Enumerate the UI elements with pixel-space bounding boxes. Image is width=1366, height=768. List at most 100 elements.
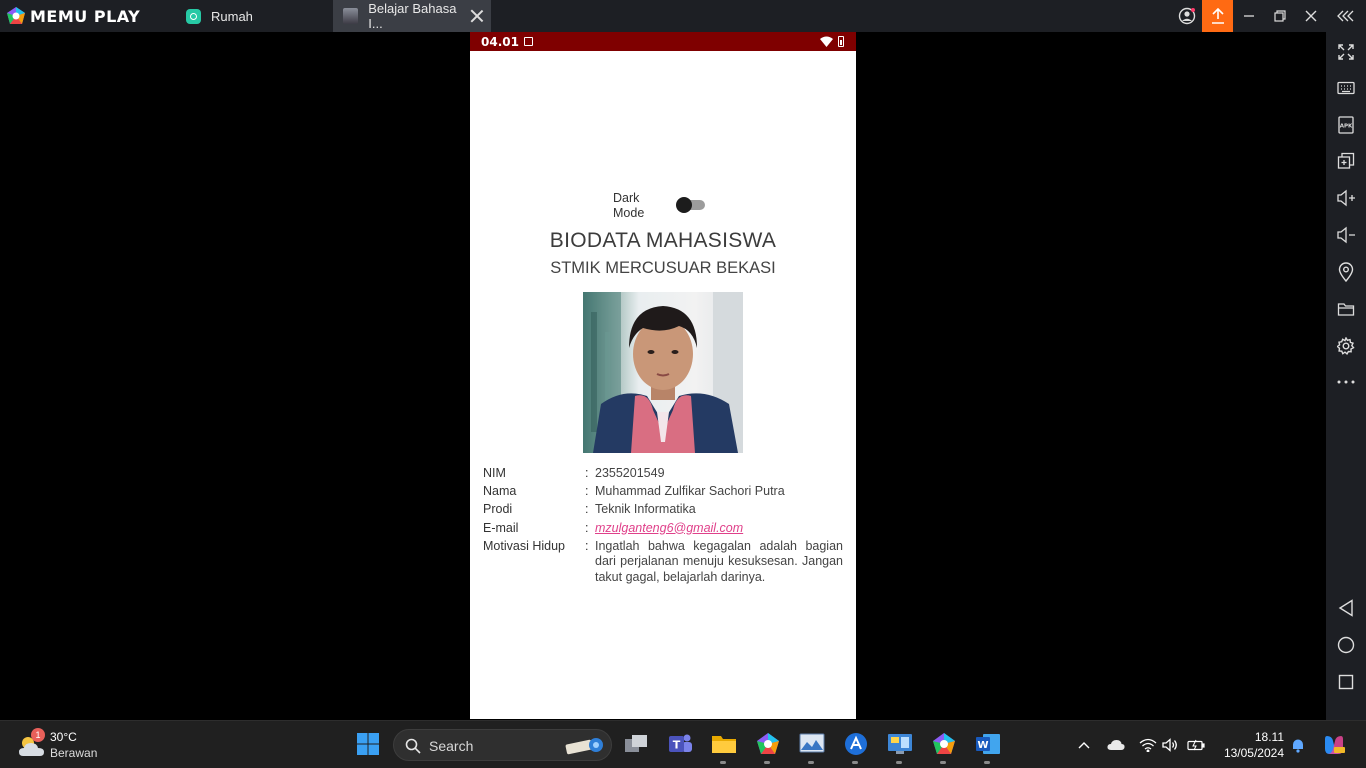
volume-up-button[interactable] [1334, 186, 1358, 210]
chevron-up-icon [1078, 742, 1090, 749]
row-label: NIM [483, 466, 506, 480]
settings-button[interactable] [1334, 334, 1358, 358]
photos-app[interactable] [797, 729, 827, 764]
biodata-row-motivasi: Motivasi Hidup : Ingatlah bahwa kegagala… [483, 539, 843, 586]
biodata-row-prodi: Prodi : Teknik Informatika [483, 502, 843, 518]
chrome-app[interactable] [753, 729, 783, 764]
emulator-toolbar: APK [1326, 32, 1366, 720]
word-app[interactable]: W [973, 729, 1003, 764]
row-label: Motivasi Hidup [483, 538, 565, 553]
upload-button[interactable] [1202, 0, 1233, 32]
search-label: Search [429, 738, 474, 754]
search-highlight-icon [565, 738, 603, 755]
page-subtitle: STMIK MERCUSUAR BEKASI [550, 259, 776, 277]
battery-button[interactable] [1186, 735, 1206, 755]
running-indicator [940, 761, 946, 764]
emulator-title-bar: MEMU PLAY Rumah Belajar Bahasa I... [0, 0, 1366, 32]
photos-icon [799, 733, 825, 753]
location-icon [1338, 262, 1354, 282]
chevrons-left-icon [1336, 10, 1353, 22]
apk-icon: APK [1338, 116, 1354, 134]
clock-time: 18.11 [1254, 730, 1284, 744]
close-icon [1305, 10, 1316, 22]
row-separator: : [585, 502, 589, 517]
windows-start-icon [357, 733, 379, 755]
volume-up-icon [1337, 189, 1355, 207]
taskbar-clock[interactable]: 18.11 13/05/2024 [1214, 729, 1284, 761]
battery-icon [838, 36, 844, 47]
weather-widget[interactable]: 1 30°C Berawan [17, 728, 117, 762]
folder-button[interactable] [1334, 297, 1358, 321]
dark-mode-switch[interactable] [676, 197, 705, 213]
running-indicator [984, 761, 990, 764]
status-time: 04.01 [481, 35, 519, 49]
network-button[interactable] [1138, 735, 1158, 755]
more-icon [1337, 380, 1355, 384]
row-separator: : [585, 520, 589, 535]
android-home-button[interactable] [1334, 633, 1358, 657]
fullscreen-button[interactable] [1334, 40, 1358, 64]
wifi-icon [820, 36, 833, 47]
tab-belajar-bahasa[interactable]: Belajar Bahasa I... [333, 0, 491, 32]
memu-logo-icon [7, 7, 25, 24]
user-icon [1178, 7, 1195, 25]
file-explorer-app[interactable] [709, 729, 739, 764]
teams-app[interactable]: T [665, 729, 695, 759]
android-recents-button[interactable] [1334, 670, 1358, 694]
settings-icon [1337, 337, 1355, 355]
close-window-button[interactable] [1295, 0, 1326, 32]
task-view-button[interactable] [621, 729, 651, 759]
row-label: Prodi [483, 502, 513, 517]
account-button[interactable] [1171, 0, 1202, 32]
svg-text:T: T [673, 739, 681, 752]
volume-down-icon [1337, 226, 1355, 244]
app-store-app[interactable] [841, 729, 871, 764]
restore-button[interactable] [1264, 0, 1295, 32]
app-thumbnail-icon [343, 8, 359, 24]
volume-button[interactable] [1160, 735, 1180, 755]
weather-badge: 1 [31, 728, 45, 742]
email-link[interactable]: mzulganteng6@gmail.com [595, 521, 743, 535]
row-separator: : [585, 538, 589, 553]
memu-app[interactable] [929, 729, 959, 764]
teams-icon: T [669, 734, 692, 752]
copilot-button[interactable] [1322, 733, 1346, 757]
switch-knob [676, 197, 692, 213]
android-back-button[interactable] [1334, 596, 1358, 620]
chrome-icon [757, 733, 779, 754]
biodata-table: NIM : 2355201549 Nama : Muhammad Zulfika… [483, 466, 843, 588]
student-photo [583, 292, 743, 453]
start-button[interactable] [353, 729, 383, 759]
volume-down-button[interactable] [1334, 223, 1358, 247]
notifications-button[interactable] [1288, 735, 1308, 755]
speaker-icon [1162, 738, 1177, 752]
apk-button[interactable]: APK [1334, 113, 1358, 137]
onedrive-button[interactable] [1106, 735, 1126, 755]
page-title: BIODATA MAHASISWA [549, 229, 777, 252]
row-value: Ingatlah bahwa kegagalan adalah bagian d… [595, 538, 843, 584]
multi-window-button[interactable] [1334, 149, 1358, 173]
location-button[interactable] [1334, 260, 1358, 284]
tab-label: Rumah [211, 8, 253, 24]
fullscreen-icon [1338, 44, 1354, 60]
row-separator: : [585, 484, 589, 499]
close-tab-icon[interactable] [470, 9, 483, 23]
weather-desc: Berawan [50, 746, 98, 760]
control-panel-icon [888, 734, 912, 754]
minimize-button[interactable] [1233, 0, 1264, 32]
keyboard-button[interactable] [1334, 76, 1358, 100]
running-indicator [852, 761, 858, 764]
row-label: Nama [483, 484, 517, 499]
copilot-icon [1325, 736, 1345, 754]
more-button[interactable] [1334, 370, 1358, 394]
cloud-icon [1107, 740, 1125, 750]
collapse-sidebar-button[interactable] [1330, 0, 1361, 32]
control-panel-app[interactable] [885, 729, 915, 764]
tab-rumah[interactable]: Rumah [178, 0, 333, 32]
show-hidden-icons-button[interactable] [1074, 735, 1094, 755]
folder-icon [1337, 303, 1355, 316]
taskbar-search[interactable]: Search [393, 729, 612, 761]
app-store-icon [845, 733, 867, 755]
wifi-tray-icon [1139, 738, 1157, 752]
windows-taskbar: 1 30°C Berawan Search T W 18.11 13/05/20… [0, 720, 1366, 768]
